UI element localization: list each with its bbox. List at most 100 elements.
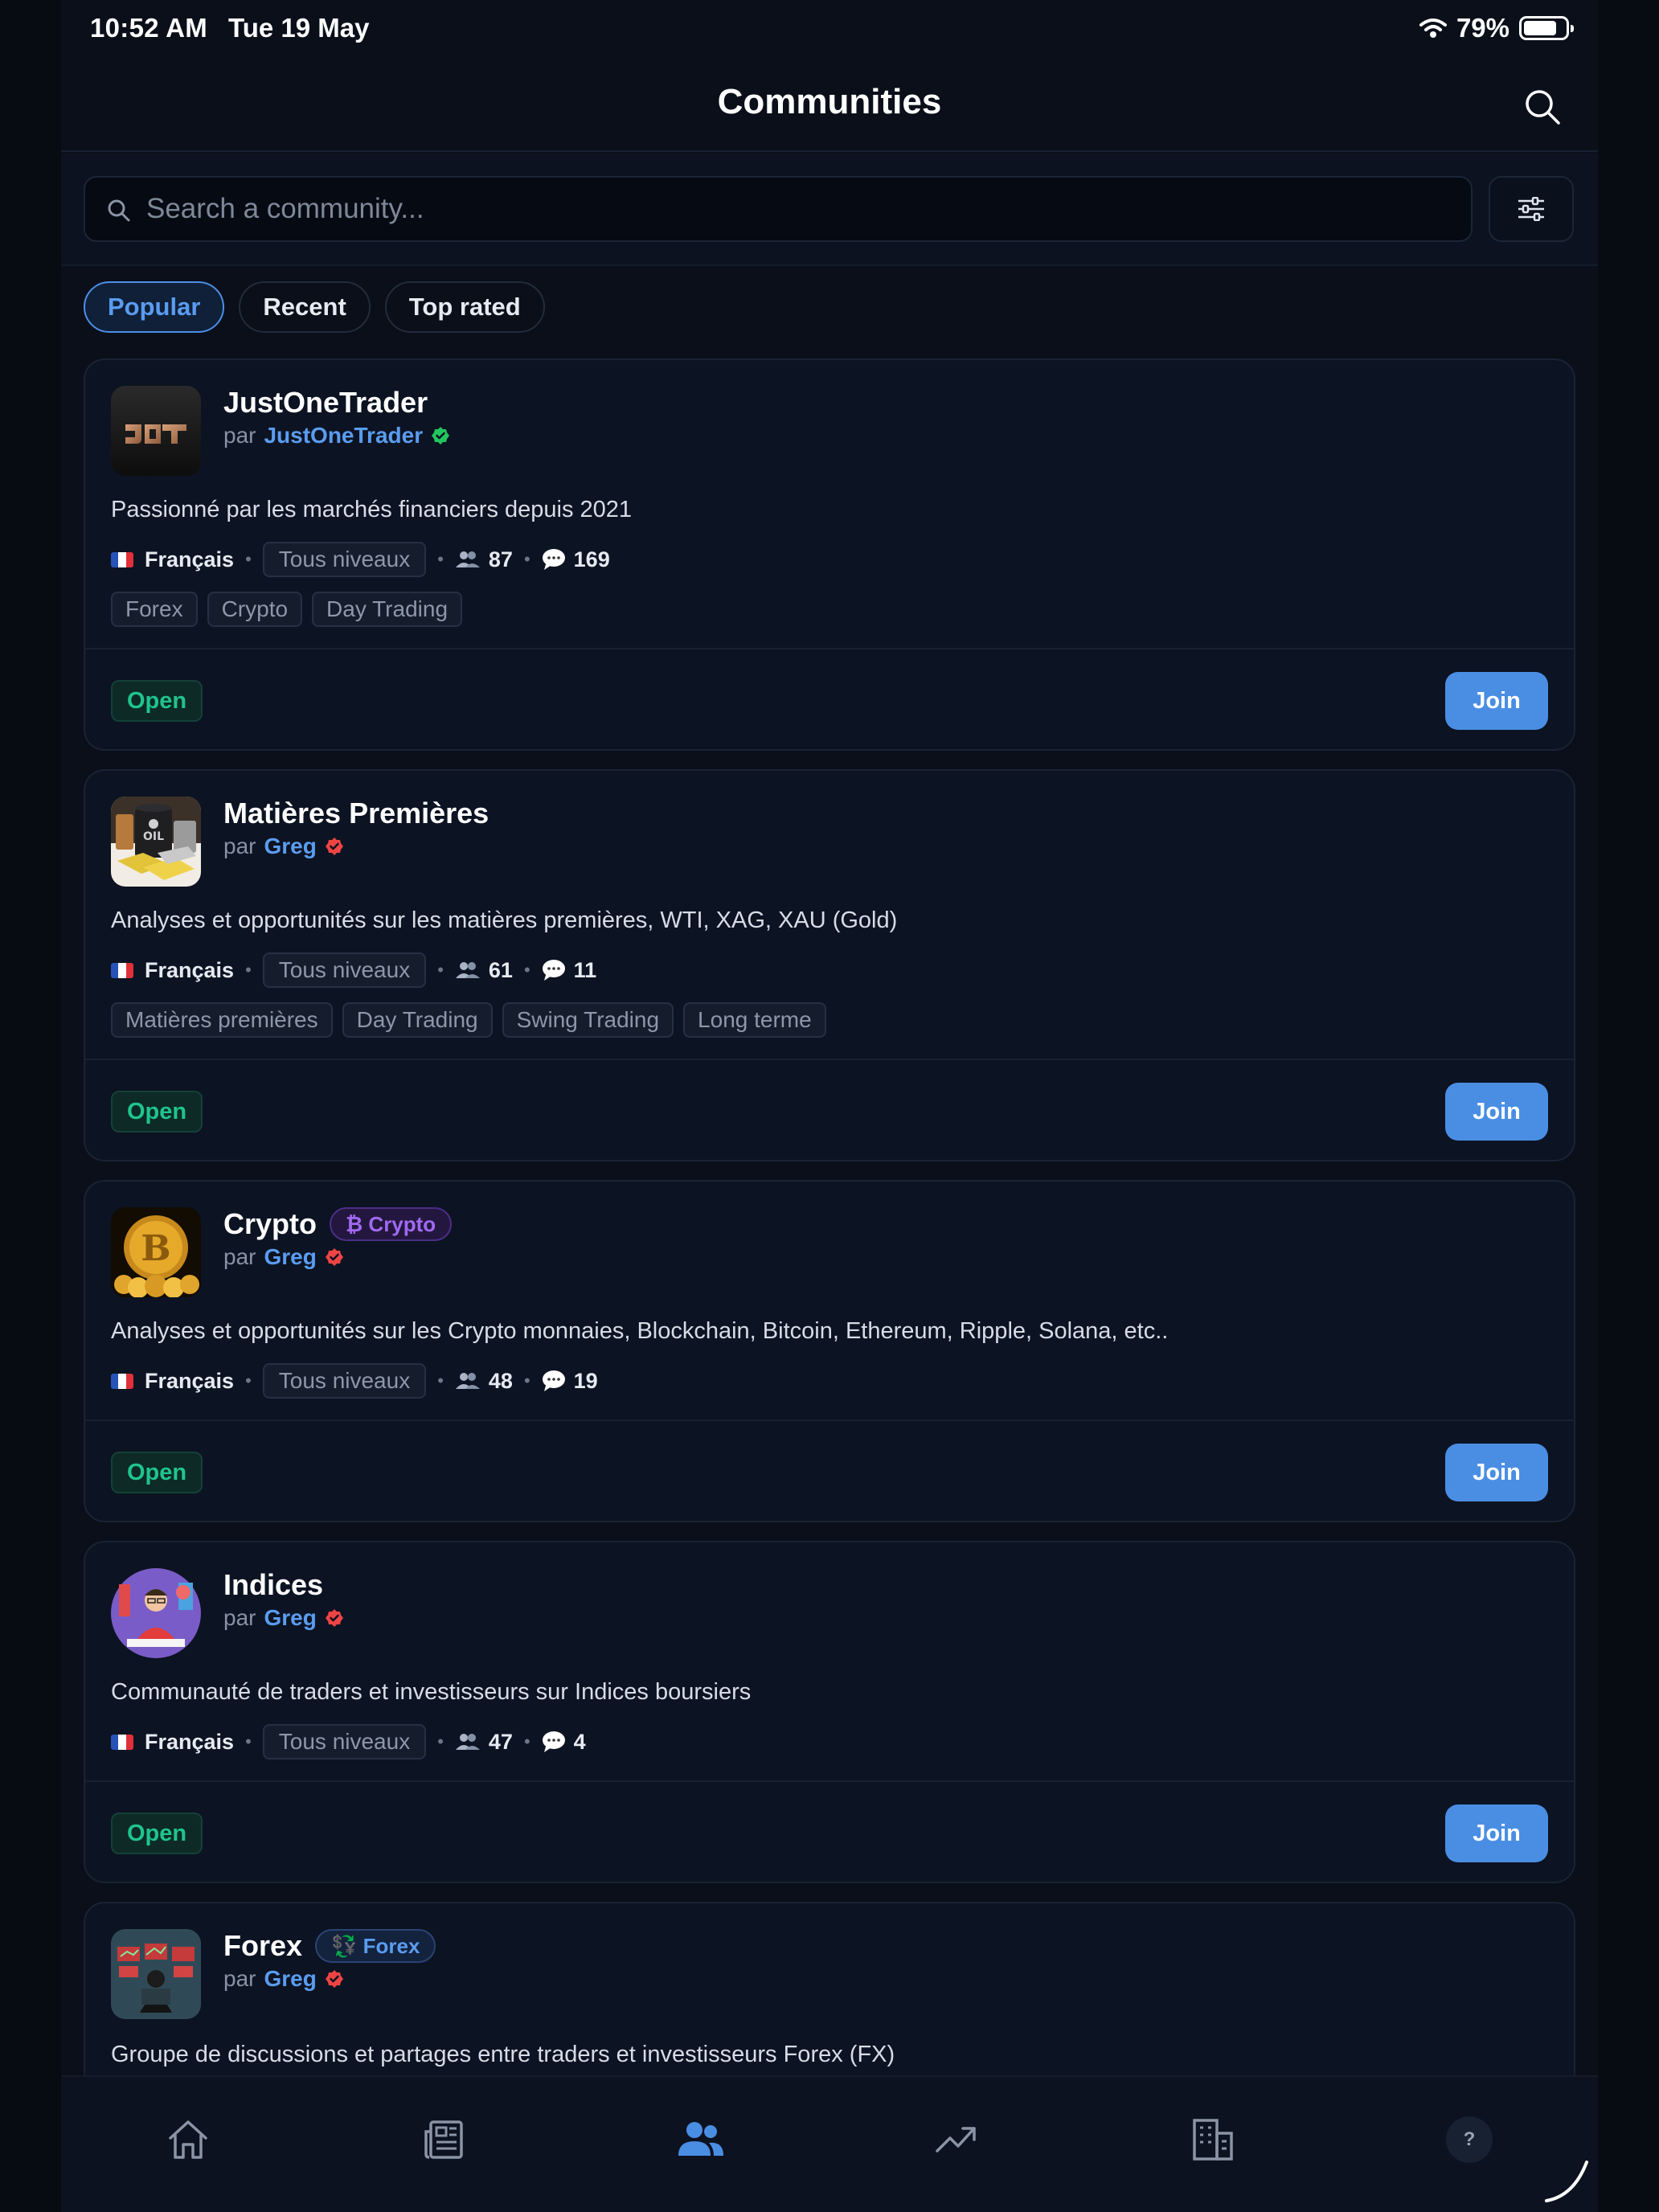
community-name[interactable]: Indices bbox=[223, 1568, 323, 1602]
card-footer: Open Join bbox=[85, 648, 1574, 749]
language: Français bbox=[145, 1368, 235, 1393]
tab-companies[interactable] bbox=[1186, 2114, 1238, 2165]
members-value: 47 bbox=[488, 1729, 513, 1754]
community-card[interactable]: Indices par Greg Communauté de traders e… bbox=[84, 1541, 1575, 1883]
separator: • bbox=[523, 549, 530, 569]
community-card[interactable]: JustOneTrader par JustOneTrader Passionn… bbox=[84, 358, 1575, 751]
messages-value: 169 bbox=[573, 547, 610, 571]
svg-text:B: B bbox=[141, 1228, 170, 1269]
members-icon bbox=[455, 551, 480, 567]
sliders-icon bbox=[1518, 197, 1544, 221]
category-badge: ₿ Crypto bbox=[330, 1207, 453, 1241]
verified-icon bbox=[325, 1248, 343, 1266]
tag[interactable]: Long terme bbox=[683, 1002, 826, 1038]
community-meta: Français • Tous niveaux • 48 • 19 bbox=[111, 1363, 598, 1399]
community-avatar: B bbox=[111, 1207, 201, 1297]
separator: • bbox=[245, 960, 252, 980]
community-name[interactable]: JustOneTrader bbox=[223, 386, 428, 420]
members-count: 87 bbox=[455, 547, 513, 572]
status-time: 10:52 AM bbox=[90, 13, 208, 43]
community-name[interactable]: Crypto bbox=[223, 1207, 317, 1241]
by-prefix: par bbox=[223, 834, 256, 858]
separator: • bbox=[523, 1370, 530, 1391]
author-link[interactable]: JustOneTrader bbox=[264, 423, 423, 449]
verified-icon bbox=[325, 838, 343, 855]
speech-bubble-icon bbox=[542, 960, 565, 981]
members-count: 61 bbox=[455, 958, 513, 983]
category-badge: 💱 Forex bbox=[315, 1929, 436, 1963]
author-link[interactable]: Greg bbox=[264, 834, 316, 859]
level-badge: Tous niveaux bbox=[262, 952, 427, 988]
search-input[interactable] bbox=[146, 178, 1448, 240]
by-prefix: par bbox=[223, 1244, 256, 1269]
battery-percent: 79% bbox=[1456, 13, 1509, 43]
status-badge: Open bbox=[111, 1813, 203, 1854]
tab-help[interactable]: ? bbox=[1444, 2114, 1495, 2165]
community-name[interactable]: Matières Premières bbox=[223, 797, 489, 830]
status-badge: Open bbox=[111, 1091, 203, 1133]
author-link[interactable]: Greg bbox=[264, 1605, 316, 1631]
tag[interactable]: Forex bbox=[111, 592, 198, 627]
france-flag-icon bbox=[111, 1373, 133, 1389]
community-name[interactable]: Forex bbox=[223, 1929, 302, 1963]
verified-icon bbox=[325, 1970, 343, 1988]
card-footer: Open Join bbox=[85, 1419, 1574, 1521]
separator: • bbox=[245, 1370, 252, 1391]
members-value: 61 bbox=[488, 957, 513, 982]
separator: • bbox=[245, 549, 252, 569]
join-button[interactable]: Join bbox=[1445, 672, 1548, 730]
card-footer: Open Join bbox=[85, 1059, 1574, 1160]
members-icon bbox=[455, 962, 480, 978]
join-button[interactable]: Join bbox=[1445, 1083, 1548, 1141]
search-box[interactable] bbox=[84, 176, 1473, 242]
community-avatar: OIL bbox=[111, 797, 201, 887]
tag[interactable]: Day Trading bbox=[342, 1002, 493, 1038]
author-link[interactable]: Greg bbox=[264, 1244, 316, 1270]
tab-news[interactable] bbox=[418, 2114, 469, 2165]
companies-icon bbox=[1193, 2119, 1233, 2161]
community-title-block: Matières Premières par Greg bbox=[223, 797, 489, 859]
join-button[interactable]: Join bbox=[1445, 1804, 1548, 1862]
status-badge: Open bbox=[111, 1452, 203, 1493]
app-frame: 10:52 AM Tue 19 May 79% Communities Sear… bbox=[61, 0, 1598, 2212]
news-icon bbox=[424, 2120, 463, 2159]
tab-communities[interactable] bbox=[675, 2114, 727, 2165]
search-row bbox=[61, 154, 1598, 266]
tag[interactable]: Day Trading bbox=[312, 592, 463, 627]
community-description: Analyses et opportunités sur les matière… bbox=[111, 907, 898, 933]
svg-text:OIL: OIL bbox=[143, 830, 164, 843]
tab-trending[interactable] bbox=[931, 2114, 982, 2165]
separator: • bbox=[523, 1731, 530, 1751]
filter-button[interactable] bbox=[1489, 176, 1574, 242]
tab-top-rated[interactable]: Top rated bbox=[384, 281, 545, 333]
search-icon[interactable] bbox=[1522, 87, 1563, 127]
community-description: Passionné par les marchés financiers dep… bbox=[111, 497, 633, 522]
tab-popular[interactable]: Popular bbox=[84, 281, 225, 333]
community-card[interactable]: OIL Matières Premières par Greg Analyses… bbox=[84, 769, 1575, 1161]
speech-bubble-icon bbox=[542, 549, 565, 570]
separator: • bbox=[437, 960, 444, 980]
tab-home[interactable] bbox=[162, 2114, 214, 2165]
community-title-block: Forex 💱 Forex par Greg bbox=[223, 1929, 436, 1992]
header: Communities bbox=[61, 59, 1598, 152]
status-right: 79% bbox=[1419, 13, 1574, 43]
messages-count: 11 bbox=[542, 957, 597, 983]
community-card[interactable]: B Crypto ₿ Crypto par Greg Analyses et o… bbox=[84, 1180, 1575, 1522]
messages-count: 19 bbox=[542, 1369, 598, 1394]
level-badge: Tous niveaux bbox=[262, 1724, 427, 1759]
tab-recent[interactable]: Recent bbox=[239, 281, 371, 333]
messages-count: 169 bbox=[542, 547, 610, 572]
members-value: 48 bbox=[488, 1368, 513, 1393]
join-button[interactable]: Join bbox=[1445, 1444, 1548, 1501]
author-link[interactable]: Greg bbox=[264, 1966, 316, 1992]
tag[interactable]: Matières premières bbox=[111, 1002, 333, 1038]
messages-value: 11 bbox=[573, 957, 597, 982]
tag[interactable]: Swing Trading bbox=[502, 1002, 674, 1038]
community-avatar bbox=[111, 386, 201, 476]
members-count: 48 bbox=[455, 1369, 513, 1394]
community-description: Communauté de traders et investisseurs s… bbox=[111, 1679, 752, 1705]
tag-list: Forex Crypto Day Trading bbox=[111, 592, 463, 627]
separator: • bbox=[523, 960, 530, 980]
tag[interactable]: Crypto bbox=[207, 592, 303, 627]
language: Français bbox=[145, 957, 235, 982]
